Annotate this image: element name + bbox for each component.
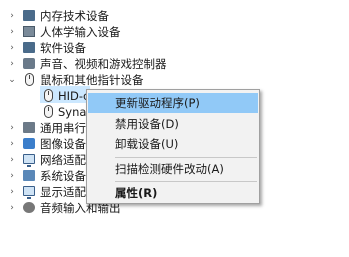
mouse-icon [44, 89, 53, 102]
tree-item-label: 通用串行 [40, 121, 86, 135]
menu-item-scan-hardware-changes[interactable]: 扫描检测硬件改动(A) [88, 159, 258, 179]
usb-icon [23, 122, 35, 133]
memory-device-icon [23, 10, 35, 21]
chevron-right-icon[interactable]: › [7, 8, 17, 24]
display-adapter-icon [23, 186, 35, 199]
tree-item-label: 软件设备 [40, 41, 86, 55]
audio-io-icon [23, 202, 35, 213]
menu-item-update-driver[interactable]: 更新驱动程序(P) [88, 93, 258, 113]
chevron-right-icon[interactable]: › [7, 40, 17, 56]
tree-item-label: 网络适配 [40, 153, 86, 167]
menu-separator [115, 157, 257, 158]
network-adapter-icon [23, 154, 35, 167]
chevron-right-icon[interactable]: › [7, 152, 17, 168]
tree-item-label: 图像设备 [40, 137, 86, 151]
menu-separator [115, 181, 257, 182]
mouse-icon [25, 73, 34, 86]
software-device-icon [23, 42, 35, 53]
chevron-right-icon[interactable]: › [7, 168, 17, 184]
chevron-right-icon[interactable]: › [7, 24, 17, 40]
menu-item-properties[interactable]: 属性(R) [88, 183, 258, 203]
chevron-right-icon[interactable]: › [7, 200, 17, 216]
chevron-right-icon[interactable]: › [7, 120, 17, 136]
tree-item-label: HID-c [58, 89, 90, 103]
tree-item-label: 人体学输入设备 [40, 25, 121, 39]
speaker-icon [23, 58, 35, 69]
tree-item-label: 内存技术设备 [40, 9, 109, 23]
system-device-icon [23, 170, 35, 181]
chevron-down-icon[interactable]: ⌄ [7, 72, 17, 88]
context-menu: 更新驱动程序(P) 禁用设备(D) 卸载设备(U) 扫描检测硬件改动(A) 属性… [86, 89, 260, 204]
chevron-right-icon[interactable]: › [7, 136, 17, 152]
mouse-icon [44, 105, 53, 118]
tree-item-label: 显示适配 [40, 185, 86, 199]
hid-device-icon [23, 26, 35, 37]
tree-item-label: 声音、视频和游戏控制器 [40, 57, 167, 71]
tree-item-label: 系统设备 [40, 169, 86, 183]
menu-item-disable-device[interactable]: 禁用设备(D) [88, 114, 258, 134]
chevron-right-icon[interactable]: › [7, 184, 17, 200]
chevron-right-icon[interactable]: › [7, 56, 17, 72]
menu-item-uninstall-device[interactable]: 卸载设备(U) [88, 134, 258, 154]
camera-icon [23, 138, 35, 149]
